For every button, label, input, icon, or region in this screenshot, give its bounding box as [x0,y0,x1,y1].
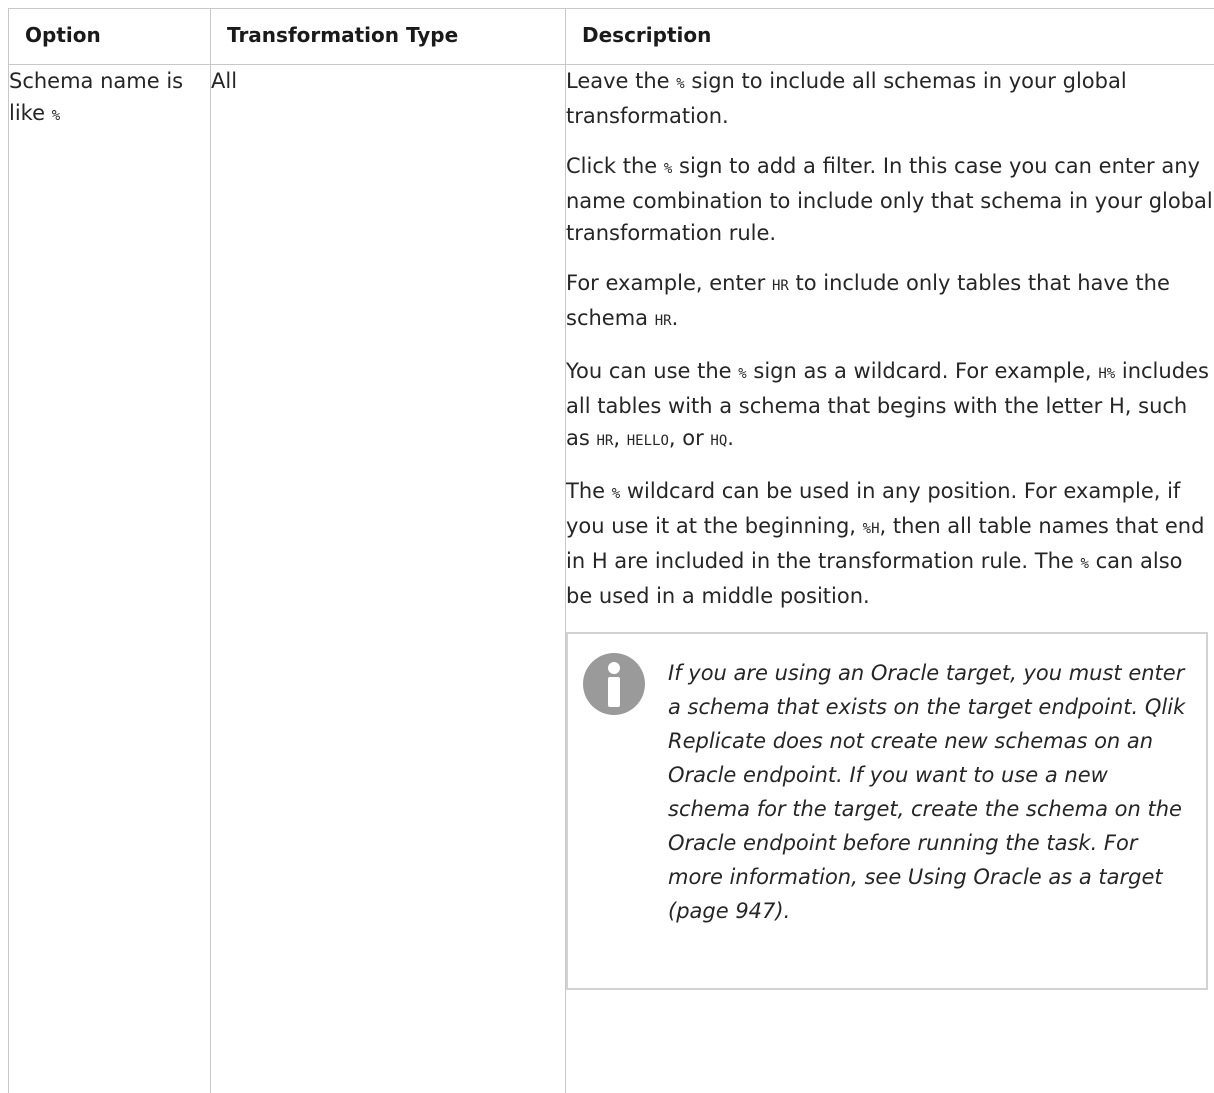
type-cell: All [210,64,566,1093]
transformation-type-value: All [211,69,238,93]
code: H% [1098,366,1116,382]
code: HR [654,313,672,329]
text: . [727,426,734,450]
text: Leave the [566,69,670,93]
header-row: Option Transformation Type Description [8,8,1214,65]
description-paragraph-5: The % wildcard can be used in any positi… [566,475,1214,612]
description-paragraph-3: For example, enter HR to include only ta… [566,267,1214,337]
text: The [566,479,606,503]
text: , [613,426,621,450]
info-icon [583,653,645,715]
text: Click the [566,154,658,178]
header-option: Option [8,8,211,65]
options-table: Option Transformation Type Description S… [8,8,1214,1093]
text: You can use the [566,359,732,383]
code: % [611,486,621,502]
code: HR [596,433,614,449]
code: HELLO [626,433,669,449]
option-code: % [51,108,61,124]
header-description: Description [565,8,1214,65]
text: , or [668,426,704,450]
note-text: If you are using an Oracle target, you m… [668,661,1186,923]
text: . [671,306,679,330]
code: % [738,366,747,382]
description-cell: Leave the % sign to include all schemas … [565,64,1214,1093]
option-cell: Schema name is like % [8,64,211,1093]
description-paragraph-2: Click the % sign to add a filter. In thi… [566,150,1214,249]
header-transformation-type: Transformation Type [210,8,566,65]
code: %H [862,521,880,537]
code: % [1080,556,1089,572]
code: % [663,161,673,177]
description-paragraph-4: You can use the % sign as a wildcard. Fo… [566,355,1214,457]
code: HR [771,278,789,294]
code: % [676,76,685,92]
text: For example, enter [566,271,766,295]
description-paragraph-1: Leave the % sign to include all schemas … [566,65,1214,132]
option-label: Schema name is like [9,69,184,125]
table-row: Schema name is like % All Leave the % si… [8,64,1214,1093]
info-note: If you are using an Oracle target, you m… [566,632,1208,990]
code: HQ [710,433,728,449]
text: sign as a wildcard. For example, [753,359,1092,383]
